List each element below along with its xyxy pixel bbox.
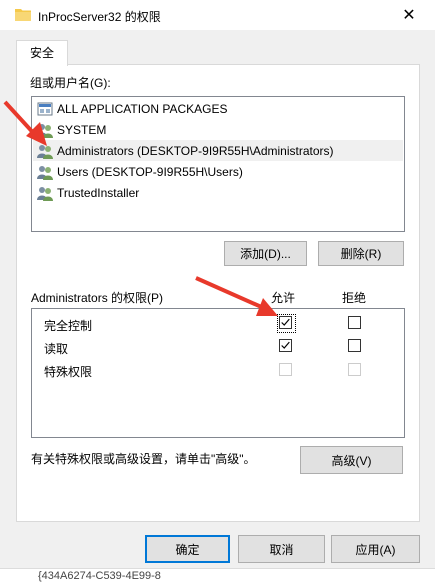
list-item[interactable]: SYSTEM [33, 119, 403, 140]
special-allow-checkbox [279, 363, 292, 376]
users-group-icon [37, 164, 53, 180]
read-deny-checkbox[interactable] [348, 339, 361, 352]
list-item-label: TrustedInstaller [57, 185, 140, 200]
add-button[interactable]: 添加(D)... [224, 241, 307, 266]
title-bar: InProcServer32 的权限 ✕ [0, 0, 435, 30]
permissions-label: Administrators 的权限(P) [31, 291, 164, 305]
users-group-icon [37, 122, 53, 138]
remove-button[interactable]: 删除(R) [318, 241, 404, 266]
user-list[interactable]: ALL APPLICATION PACKAGES SYSTEM Administ… [31, 96, 405, 232]
apply-button[interactable]: 应用(A) [331, 535, 420, 563]
full-control-deny-checkbox[interactable] [348, 316, 361, 329]
tab-security[interactable]: 安全 [16, 40, 68, 66]
check-icon [281, 318, 290, 326]
ok-button[interactable]: 确定 [145, 535, 230, 563]
package-group-icon [37, 101, 53, 117]
allow-column-header: 允许 [271, 291, 296, 305]
permission-name: 读取 [44, 342, 69, 356]
permission-name: 完全控制 [44, 319, 93, 333]
advanced-info-text: 有关特殊权限或高级设置，请单击"高级"。 [31, 452, 256, 466]
groups-label: 组或用户名(G): [30, 76, 111, 90]
list-item-selected[interactable]: Administrators (DESKTOP-9I9R55H\Administ… [33, 140, 403, 161]
close-icon: ✕ [402, 7, 416, 24]
list-item[interactable]: ALL APPLICATION PACKAGES [33, 98, 403, 119]
cancel-button[interactable]: 取消 [238, 535, 325, 563]
read-allow-checkbox[interactable] [279, 339, 292, 352]
deny-column-header: 拒绝 [342, 291, 367, 305]
background-window: {434A6274-C539-4E99-8 [0, 568, 435, 583]
permissions-list: 完全控制 读取 特殊权限 [31, 308, 405, 438]
check-icon [281, 341, 290, 349]
list-item-label: SYSTEM [57, 122, 107, 137]
users-group-icon [37, 185, 53, 201]
list-item-label: Users (DESKTOP-9I9R55H\Users) [57, 164, 243, 179]
list-item[interactable]: Users (DESKTOP-9I9R55H\Users) [33, 161, 403, 182]
list-item[interactable]: TrustedInstaller [33, 182, 403, 203]
folder-icon [15, 9, 31, 21]
permission-name: 特殊权限 [44, 365, 93, 379]
users-group-icon [37, 143, 53, 159]
list-item-label: Administrators (DESKTOP-9I9R55H\Administ… [57, 143, 334, 158]
list-item-label: ALL APPLICATION PACKAGES [57, 101, 228, 116]
background-window-text: {434A6274-C539-4E99-8 [38, 570, 161, 582]
special-deny-checkbox [348, 363, 361, 376]
window-title: InProcServer32 的权限 [38, 10, 161, 24]
advanced-button[interactable]: 高级(V) [300, 446, 403, 474]
close-button[interactable]: ✕ [398, 4, 420, 26]
full-control-allow-checkbox[interactable] [279, 316, 292, 329]
